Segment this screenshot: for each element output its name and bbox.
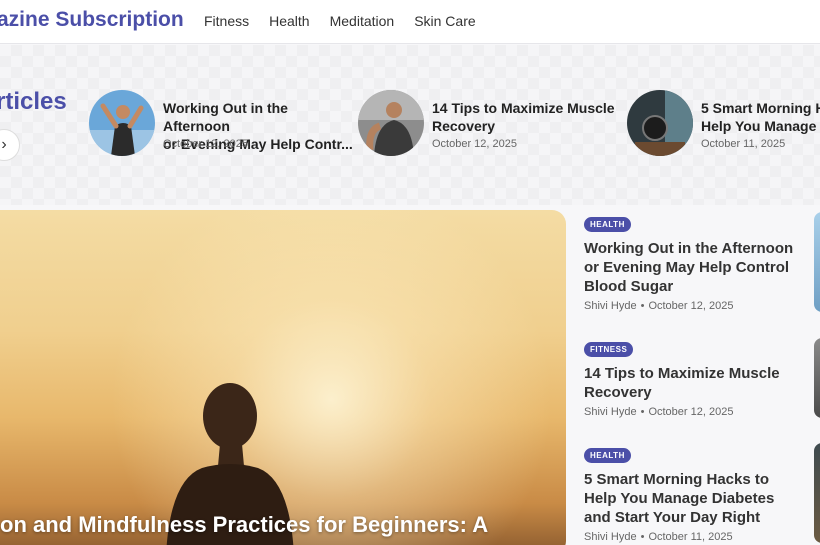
category-badge[interactable]: HEALTH — [584, 448, 631, 463]
post-thumbnail[interactable] — [814, 338, 820, 418]
nav-meditation[interactable]: Meditation — [330, 13, 395, 29]
trending-thumbnail[interactable] — [89, 90, 155, 156]
post-thumbnail[interactable] — [814, 443, 820, 543]
trending-date: October 11, 2025 — [701, 138, 786, 150]
category-badge[interactable]: FITNESS — [584, 342, 634, 357]
trending-section-title: rticles — [0, 88, 67, 115]
post-meta: Shivi Hyde • October 11, 2025 — [584, 531, 804, 543]
post-list-item[interactable]: FITNESS 14 Tips to Maximize Muscle Recov… — [584, 339, 804, 418]
site-logo[interactable]: azine Subscription — [0, 8, 184, 32]
post-date: October 11, 2025 — [648, 531, 733, 543]
post-date: October 12, 2025 — [648, 300, 734, 312]
post-meta: Shivi Hyde • October 12, 2025 — [584, 300, 804, 312]
trending-title[interactable]: 14 Tips to Maximize Muscle Recovery — [432, 99, 622, 135]
post-date: October 12, 2025 — [648, 406, 734, 418]
hero-featured-post[interactable]: on and Mindfulness Practices for Beginne… — [0, 210, 566, 545]
post-meta: Shivi Hyde • October 12, 2025 — [584, 406, 804, 418]
post-author[interactable]: Shivi Hyde — [584, 406, 637, 418]
category-badge[interactable]: HEALTH — [584, 217, 631, 232]
post-author[interactable]: Shivi Hyde — [584, 531, 637, 543]
post-title[interactable]: 5 Smart Morning Hacks to Help You Manage… — [584, 470, 804, 527]
trending-title[interactable]: 5 Smart Morning H Help You Manage D — [701, 99, 820, 135]
trending-card[interactable]: 14 Tips to Maximize Muscle Recovery Octo… — [358, 90, 618, 156]
post-author[interactable]: Shivi Hyde — [584, 300, 637, 312]
trending-thumbnail[interactable] — [358, 90, 424, 156]
nav-health[interactable]: Health — [269, 13, 309, 29]
trending-date: October 12, 2025 — [163, 138, 249, 150]
separator-dot: • — [640, 531, 645, 543]
trending-date: October 12, 2025 — [432, 138, 518, 150]
hero-title[interactable]: on and Mindfulness Practices for Beginne… — [0, 512, 488, 538]
separator-dot: • — [640, 406, 645, 418]
trending-card[interactable]: 5 Smart Morning H Help You Manage D Octo… — [627, 90, 820, 156]
post-title[interactable]: Working Out in the Afternoon or Evening … — [584, 239, 804, 296]
site-header: azine Subscription Fitness Health Medita… — [0, 0, 820, 44]
separator-dot: • — [640, 300, 645, 312]
nav-skin-care[interactable]: Skin Care — [414, 13, 475, 29]
main-nav: Fitness Health Meditation Skin Care — [204, 13, 476, 29]
post-list-item[interactable]: HEALTH 5 Smart Morning Hacks to Help You… — [584, 445, 804, 543]
chevron-right-icon: › — [1, 136, 7, 153]
meditating-person-image — [166, 383, 294, 545]
post-list-item[interactable]: HEALTH Working Out in the Afternoon or E… — [584, 214, 804, 312]
nav-fitness[interactable]: Fitness — [204, 13, 249, 29]
trending-thumbnail[interactable] — [627, 90, 693, 156]
post-title[interactable]: 14 Tips to Maximize Muscle Recovery — [584, 364, 804, 402]
post-thumbnail[interactable] — [814, 212, 820, 312]
trending-card[interactable]: Working Out in the Afternoon or Evening … — [89, 90, 353, 156]
